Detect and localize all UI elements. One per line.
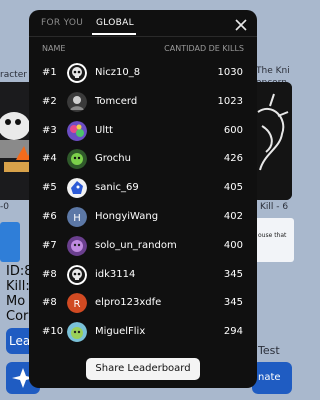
leaderboard-row[interactable]: #2 Tomcerd 1023 [29, 88, 257, 117]
tabs-divider [29, 36, 257, 37]
bg-donate-button-label: nate [258, 372, 281, 383]
knight-art-icon [252, 82, 292, 200]
rank-label: #1 [42, 67, 57, 78]
avatar-skull-icon [67, 264, 87, 285]
player-name: HongyiWang [95, 210, 159, 222]
avatar-purple-icon [67, 235, 87, 256]
kill-count: 1030 [217, 67, 243, 78]
rank-label: #10 [42, 326, 64, 338]
leaderboard-tabs: FOR YOU GLOBAL [29, 10, 257, 38]
player-name: sanic_69 [95, 182, 139, 194]
close-button[interactable] [232, 16, 250, 34]
avatar-green-icon [67, 149, 87, 170]
leaderboard-row[interactable]: #6 H HongyiWang 402 [29, 203, 257, 232]
rank-label: #6 [42, 210, 57, 222]
rank-label: #8 [42, 268, 57, 280]
avatar-letter-icon: R [67, 293, 87, 314]
close-icon [235, 19, 247, 31]
rank-label: #4 [42, 153, 57, 165]
kill-count: 400 [223, 239, 243, 251]
bg-kill-right: Kill - 6 [260, 202, 289, 212]
player-name: Nicz10_8 [95, 67, 141, 78]
avatar-cartoon-icon [67, 322, 87, 343]
bg-leaderboard-button-label: Lea [9, 334, 31, 348]
bg-test-label: Test [258, 344, 280, 357]
share-leaderboard-button[interactable]: Share Leaderboard [86, 358, 200, 380]
leaderboard-row[interactable]: #7 solo_un_random 400 [29, 232, 257, 261]
leaderboard-row[interactable]: #10 MiguelFlix 294 [29, 318, 257, 347]
player-name: Ultt [95, 124, 113, 136]
bg-text-tile-label: ouse that [258, 232, 287, 239]
avatar-photo-icon [67, 91, 87, 112]
kill-count: 402 [223, 210, 243, 222]
leaderboard-row[interactable]: #3 Ultt 600 [29, 117, 257, 146]
player-name: Tomcerd [95, 95, 138, 107]
avatar-skull-icon [67, 63, 87, 83]
kill-count: 345 [223, 268, 243, 280]
rank-label: #2 [42, 95, 57, 107]
leaderboard-row[interactable]: #4 Grochu 426 [29, 145, 257, 174]
rank-label: #3 [42, 124, 57, 136]
tab-global[interactable]: GLOBAL [96, 18, 134, 28]
avatar-letter: H [73, 213, 81, 224]
bg-blue-tile [0, 222, 20, 262]
leaderboard-row[interactable]: #5 sanic_69 405 [29, 174, 257, 203]
kill-count: 294 [223, 326, 243, 338]
kill-count: 345 [223, 297, 243, 309]
kill-count: 1023 [217, 95, 243, 107]
leaderboard-row[interactable]: #8 R elpro123xdfe 345 [29, 289, 257, 318]
leaderboard-row[interactable]: #1 Nicz10_8 1030 [29, 59, 257, 88]
bg-card-title-right: The Kni [256, 66, 290, 76]
rank-label: #8 [42, 297, 57, 309]
player-name: elpro123xdfe [95, 297, 162, 309]
leaderboard-row[interactable]: #8 idk3114 345 [29, 261, 257, 290]
kill-count: 405 [223, 182, 243, 194]
avatar-sonic-icon [67, 178, 87, 199]
avatar-letter-icon: H [67, 206, 87, 227]
avatar-letter: R [74, 299, 81, 310]
bg-text-tile: ouse that [254, 218, 294, 262]
active-tab-indicator [92, 33, 136, 35]
column-header-kills: CANTIDAD DE KILLS [164, 44, 244, 53]
bg-character-card-right[interactable] [252, 82, 292, 200]
rank-label: #5 [42, 182, 57, 194]
player-name: MiguelFlix [95, 326, 146, 338]
kill-count: 600 [223, 124, 243, 136]
player-name: Grochu [95, 153, 131, 165]
bg-card-title-left: racter [0, 70, 27, 80]
leaderboard-list: #1 Nicz10_8 1030 #2 Tomcerd 1023 #3 Ultt… [29, 59, 257, 347]
bg-kill-left: -0 [0, 202, 9, 212]
rank-label: #7 [42, 239, 57, 251]
column-header-name: NAME [42, 44, 66, 53]
player-name: idk3114 [95, 268, 136, 280]
avatar-colorful-icon [67, 120, 87, 141]
leaderboard-modal: FOR YOU GLOBAL NAME CANTIDAD DE KILLS #1… [29, 10, 257, 388]
player-name: solo_un_random [95, 239, 177, 251]
tab-for-you[interactable]: FOR YOU [41, 18, 83, 28]
kill-count: 426 [223, 153, 243, 165]
